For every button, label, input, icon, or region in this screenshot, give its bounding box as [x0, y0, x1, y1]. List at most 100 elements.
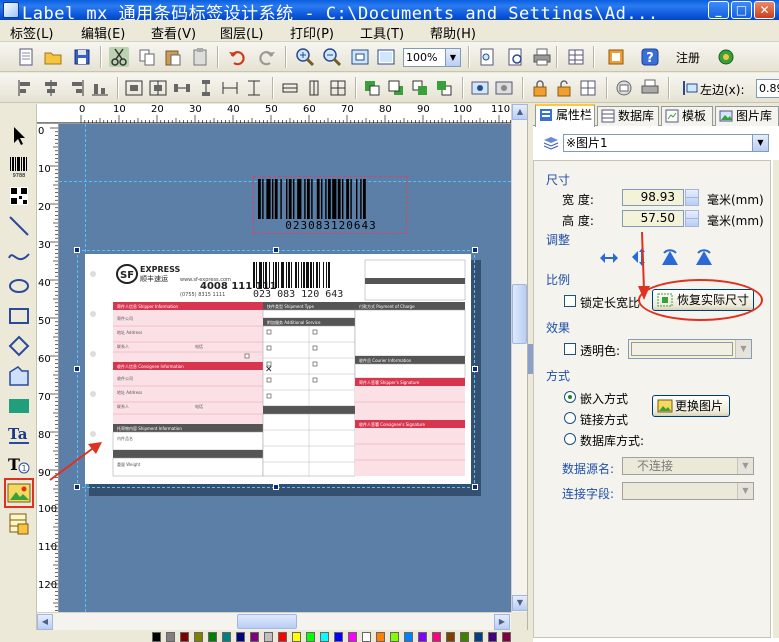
- color-swatch[interactable]: [446, 632, 455, 642]
- align-right-icon[interactable]: [66, 78, 86, 98]
- space-v-icon[interactable]: [244, 78, 264, 98]
- zoom-in-icon[interactable]: [295, 47, 315, 67]
- lock-ratio-checkbox[interactable]: [564, 295, 576, 307]
- color-swatch[interactable]: [460, 632, 469, 642]
- polygon-tool-icon[interactable]: [7, 364, 31, 388]
- qrcode-tool-icon[interactable]: [7, 184, 31, 208]
- hide-icon[interactable]: [494, 78, 514, 98]
- same-width-icon[interactable]: [280, 78, 300, 98]
- color-swatch[interactable]: [474, 632, 483, 642]
- same-height-icon[interactable]: [304, 78, 324, 98]
- undo-icon[interactable]: [227, 47, 247, 67]
- lock-icon[interactable]: [530, 78, 550, 98]
- rotate-icon[interactable]: [614, 78, 634, 98]
- line-tool-icon[interactable]: [7, 214, 31, 238]
- center-horizontal-icon[interactable]: [124, 78, 144, 98]
- color-swatch[interactable]: [264, 632, 273, 642]
- color-swatch[interactable]: [250, 632, 259, 642]
- color-swatch[interactable]: [152, 632, 161, 642]
- paste-icon[interactable]: [163, 47, 183, 67]
- zoom-select[interactable]: 100% ▼: [403, 48, 461, 67]
- minimize-button[interactable]: _: [708, 1, 729, 19]
- color-swatch[interactable]: [488, 632, 497, 642]
- options-icon[interactable]: [606, 47, 626, 67]
- color-swatch[interactable]: [376, 632, 385, 642]
- rotate-right-icon[interactable]: [692, 247, 714, 267]
- transparent-color-select[interactable]: ▼: [628, 339, 752, 359]
- menu-tools[interactable]: 工具(T): [360, 23, 404, 42]
- color-swatch[interactable]: [334, 632, 343, 642]
- tab-template[interactable]: 模板: [661, 106, 713, 126]
- tab-properties[interactable]: 属性栏: [535, 104, 595, 127]
- show-icon[interactable]: [470, 78, 490, 98]
- embed-radio[interactable]: [564, 391, 576, 403]
- text-tool-icon[interactable]: Ta: [7, 422, 31, 446]
- resize-handle[interactable]: [74, 247, 80, 253]
- scroll-up-icon[interactable]: ▲: [512, 104, 528, 120]
- tab-image-library[interactable]: 图片库: [715, 106, 779, 126]
- send-backward-icon[interactable]: [434, 78, 454, 98]
- tab-database[interactable]: 数据库: [597, 106, 659, 126]
- database-icon[interactable]: [566, 47, 586, 67]
- height-input[interactable]: 57.50: [622, 210, 684, 227]
- flip-horizontal-icon[interactable]: [598, 249, 620, 267]
- save-icon[interactable]: [72, 47, 92, 67]
- align-center-icon[interactable]: [41, 78, 61, 98]
- color-swatch[interactable]: [390, 632, 399, 642]
- cut-icon[interactable]: [109, 47, 129, 67]
- scroll-thumb[interactable]: [237, 614, 297, 629]
- maximize-button[interactable]: □: [731, 1, 752, 19]
- width-input[interactable]: 98.93: [622, 189, 684, 206]
- ellipse-tool-icon[interactable]: [7, 274, 31, 298]
- zoom-out-icon[interactable]: [322, 47, 342, 67]
- same-size-icon[interactable]: [328, 78, 348, 98]
- menu-edit[interactable]: 编辑(E): [81, 23, 125, 42]
- transparent-checkbox[interactable]: [564, 343, 576, 355]
- about-icon[interactable]: [716, 47, 736, 67]
- send-back-icon[interactable]: [386, 78, 406, 98]
- color-swatch[interactable]: [194, 632, 203, 642]
- menu-view[interactable]: 查看(V): [151, 23, 196, 42]
- resize-handle[interactable]: [472, 366, 478, 372]
- link-radio[interactable]: [564, 412, 576, 424]
- color-swatch[interactable]: [404, 632, 413, 642]
- database-image-tool-icon[interactable]: [7, 512, 31, 536]
- color-swatch[interactable]: [292, 632, 301, 642]
- rectangle-tool-icon[interactable]: [7, 304, 31, 328]
- color-swatch[interactable]: [278, 632, 287, 642]
- space-h-icon[interactable]: [220, 78, 240, 98]
- print-icon[interactable]: [532, 47, 552, 67]
- color-swatch[interactable]: [236, 632, 245, 642]
- menu-help[interactable]: 帮助(H): [430, 23, 476, 42]
- scroll-down-icon[interactable]: ▼: [512, 595, 528, 611]
- scroll-right-icon[interactable]: ▶: [494, 614, 510, 630]
- printer-setup-icon[interactable]: [640, 78, 660, 98]
- resize-handle[interactable]: [273, 484, 279, 490]
- datasource-select[interactable]: 不连接 ▼: [622, 457, 754, 475]
- color-swatch[interactable]: [348, 632, 357, 642]
- design-canvas[interactable]: 023083120643 SF EXPRESS 顺丰速运 4008 111 11…: [59, 124, 511, 612]
- barcode-tool-icon[interactable]: 9788: [7, 154, 31, 178]
- copy-icon[interactable]: [137, 47, 157, 67]
- color-swatch[interactable]: [208, 632, 217, 642]
- scroll-left-icon[interactable]: ◀: [37, 614, 53, 630]
- color-swatch[interactable]: [306, 632, 315, 642]
- replace-image-button[interactable]: 更换图片: [652, 395, 730, 417]
- center-vertical-icon[interactable]: [148, 78, 168, 98]
- resize-handle[interactable]: [74, 366, 80, 372]
- color-swatch[interactable]: [180, 632, 189, 642]
- color-swatch[interactable]: [362, 632, 371, 642]
- barcode-object[interactable]: 023083120643: [253, 176, 407, 234]
- scroll-thumb[interactable]: [512, 284, 527, 344]
- serial-text-tool-icon[interactable]: T1: [7, 452, 31, 476]
- bring-front-icon[interactable]: [362, 78, 382, 98]
- distribute-v-icon[interactable]: [196, 78, 216, 98]
- vertical-scrollbar[interactable]: ▲ ▼: [511, 104, 528, 612]
- rotate-left-icon[interactable]: [660, 247, 682, 267]
- color-swatch[interactable]: [502, 632, 511, 642]
- help-icon[interactable]: ?: [640, 47, 660, 67]
- redo-icon[interactable]: [257, 47, 277, 67]
- fit-page-icon[interactable]: [350, 47, 370, 67]
- menu-label[interactable]: 标签(L): [10, 23, 53, 42]
- color-swatch[interactable]: [166, 632, 175, 642]
